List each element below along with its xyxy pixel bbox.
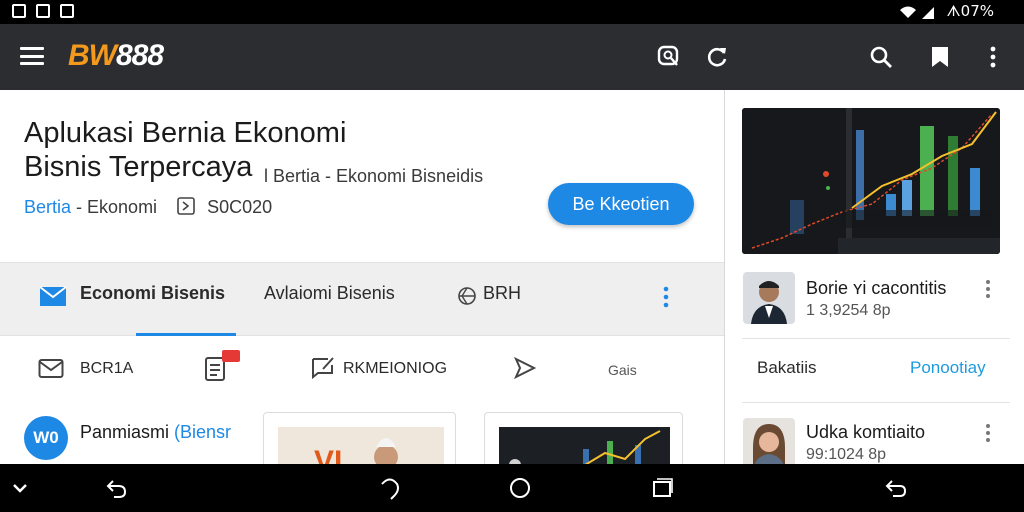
author-avatar[interactable] xyxy=(743,272,795,324)
home-icon[interactable] xyxy=(508,476,532,500)
divider xyxy=(742,402,1010,403)
cta-button[interactable]: Be Kkeotien xyxy=(548,183,694,225)
sidebar-item-title[interactable]: Udka komtiaito xyxy=(806,422,925,443)
avatar[interactable]: W0 xyxy=(24,416,68,460)
menu-icon[interactable] xyxy=(20,47,44,65)
more-vert-icon[interactable] xyxy=(986,424,990,442)
active-tab-indicator xyxy=(136,333,236,336)
category-link[interactable]: Bertia xyxy=(24,197,71,217)
status-bar: ᗑ07% xyxy=(0,0,1024,24)
tab-brh[interactable]: BRH xyxy=(483,283,521,304)
notification-icon xyxy=(36,4,50,18)
chart-thumbnail[interactable] xyxy=(742,108,1000,254)
refresh-icon[interactable] xyxy=(704,44,730,70)
chevron-down-icon[interactable] xyxy=(8,476,32,500)
mail-outline-icon[interactable] xyxy=(38,358,64,380)
notification-icon xyxy=(12,4,26,18)
quick-actions-row: BCR1A RKMEIONIOG Gais xyxy=(0,340,724,400)
sidebar-item-meta: 1 3,9254 8p xyxy=(806,302,891,319)
action-label[interactable]: Gais xyxy=(608,362,637,378)
article-meta: Bertia - Ekonomi S0C020 xyxy=(24,197,273,217)
section-link[interactable]: Ponootiay xyxy=(910,358,986,378)
more-vert-icon[interactable] xyxy=(662,285,670,309)
author-avatar[interactable] xyxy=(743,418,795,470)
search-icon[interactable] xyxy=(868,44,894,70)
more-vert-icon[interactable] xyxy=(986,280,990,298)
globe-icon xyxy=(458,287,476,305)
rotate-icon[interactable] xyxy=(378,476,402,500)
list-item-title[interactable]: Panmiasmi (Biensr xyxy=(80,422,231,443)
news-card[interactable]: VI xyxy=(263,412,456,472)
tab-bar: Economi Bisenis Avlaiomi Bisenis BRH xyxy=(0,262,724,336)
app-logo[interactable]: BW888 xyxy=(68,39,164,73)
back-icon[interactable] xyxy=(104,476,128,500)
wifi-signal-icon xyxy=(900,6,934,19)
news-card[interactable] xyxy=(484,412,683,472)
tab-avlaiomi-bisenis[interactable]: Avlaiomi Bisenis xyxy=(264,283,395,304)
mail-icon xyxy=(39,286,67,306)
counter-icon xyxy=(177,197,195,215)
view-count: S0C020 xyxy=(207,197,273,217)
sidebar-item-meta: 99:1024 8p xyxy=(806,446,887,463)
recents-icon[interactable] xyxy=(650,476,674,500)
bookmark-icon[interactable] xyxy=(927,44,953,70)
action-label[interactable]: RKMEIONIOG xyxy=(343,360,447,378)
gallery-icon xyxy=(60,4,74,18)
divider xyxy=(742,338,1010,339)
send-icon[interactable] xyxy=(513,356,537,380)
sidebar-item-title[interactable]: Borie ʏi cacontitis xyxy=(806,278,946,299)
system-nav-bar xyxy=(0,464,1024,512)
edit-chat-icon[interactable] xyxy=(310,355,336,381)
more-vert-icon[interactable] xyxy=(980,44,1006,70)
chart-image xyxy=(742,108,1000,254)
tab-economi-bisenis[interactable]: Economi Bisenis xyxy=(80,283,225,304)
back-alt-icon[interactable] xyxy=(884,476,908,500)
chat-search-icon[interactable] xyxy=(656,44,682,70)
battery-percent: ᗑ07% xyxy=(946,2,994,20)
notification-badge xyxy=(222,350,240,362)
action-label[interactable]: BCR1A xyxy=(80,360,133,378)
section-label: Bakatiis xyxy=(757,358,817,377)
app-bar: BW888 xyxy=(0,24,1024,90)
page-subtitle: l Bertia - Ekonomi Bisneidis xyxy=(264,166,484,186)
